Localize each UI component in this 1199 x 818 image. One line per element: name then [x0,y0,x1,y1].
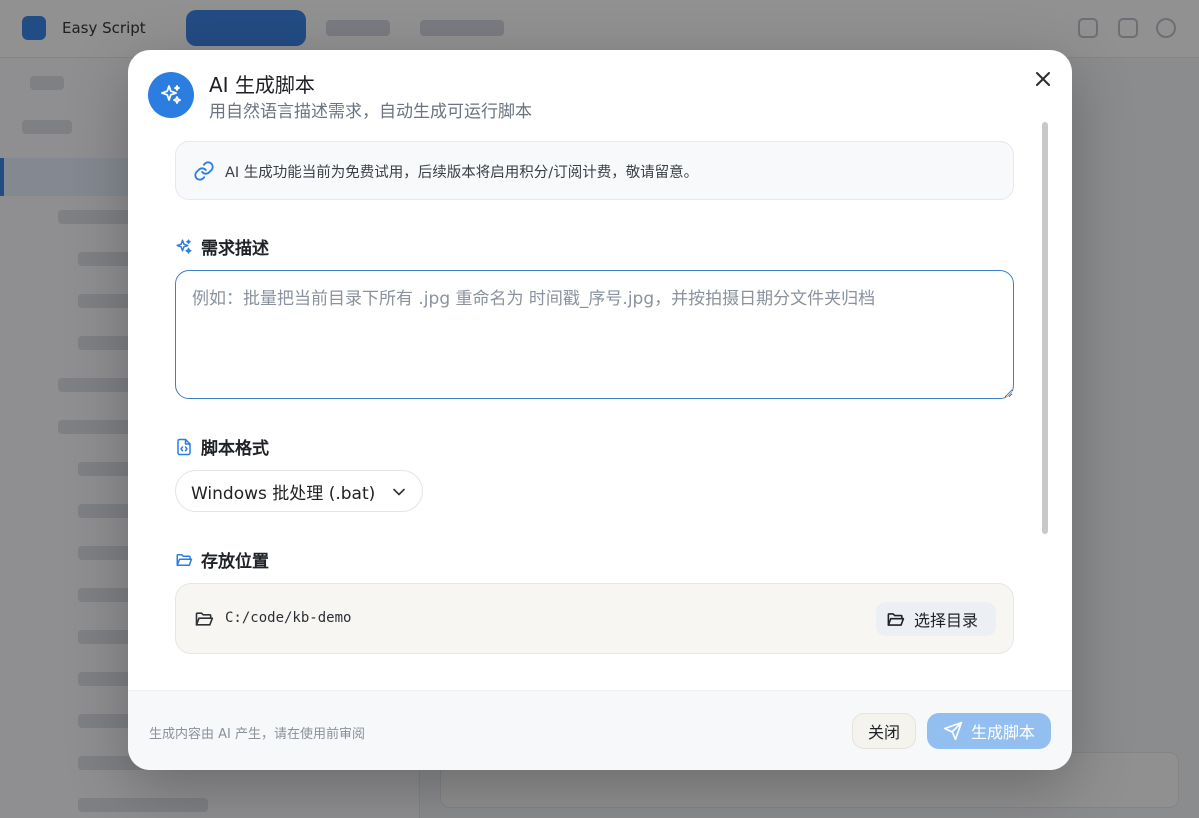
requirement-label-text: 需求描述 [201,239,269,259]
code-file-icon [177,438,191,455]
requirement-label: 需求描述 [175,234,269,259]
script-format-value: Windows 批处理 (.bat) [191,483,376,504]
location-box: C:/code/kb-demo 选择目录 [175,583,1014,654]
choose-directory-label: 选择目录 [914,611,979,630]
send-icon [943,721,963,741]
dialog-subtitle: 用自然语言描述需求，自动生成可运行脚本 [209,102,532,122]
close-dialog-button[interactable] [1030,66,1056,92]
dialog-footer: 生成内容由 AI 产生，请在使用前审阅 关闭 生成脚本 [128,690,1072,770]
location-path: C:/code/kb-demo [225,610,352,626]
script-format-select[interactable]: Windows 批处理 (.bat) [175,470,423,512]
ai-generate-dialog: AI 生成脚本 用自然语言描述需求，自动生成可运行脚本 AI 生成功能当前为免费… [128,50,1072,770]
sparkles-icon [176,239,192,254]
generate-script-button[interactable]: 生成脚本 [927,713,1051,749]
dialog-title: AI 生成脚本 [209,73,315,97]
close-button[interactable]: 关闭 [852,713,916,749]
link-icon [194,161,214,181]
trial-notice: AI 生成功能当前为免费试用，后续版本将启用积分/订阅计费，敬请留意。 [175,141,1014,200]
location-label: 存放位置 [175,547,269,572]
format-label: 脚本格式 [175,434,269,459]
folder-open-icon [887,612,905,626]
choose-directory-button[interactable]: 选择目录 [876,602,996,636]
folder-open-icon [176,553,193,566]
footer-note: 生成内容由 AI 产生，请在使用前审阅 [149,727,365,742]
format-label-text: 脚本格式 [201,439,269,459]
generate-script-label: 生成脚本 [970,723,1035,742]
location-label-text: 存放位置 [201,552,269,572]
close-icon [1036,72,1050,86]
trial-notice-text: AI 生成功能当前为免费试用，后续版本将启用积分/订阅计费，敬请留意。 [225,165,699,181]
sparkles-icon [148,72,194,118]
chevron-down-icon [393,488,405,496]
dialog-scrollbar[interactable] [1042,122,1048,534]
requirement-textarea[interactable] [175,270,1014,399]
folder-icon [195,612,214,626]
